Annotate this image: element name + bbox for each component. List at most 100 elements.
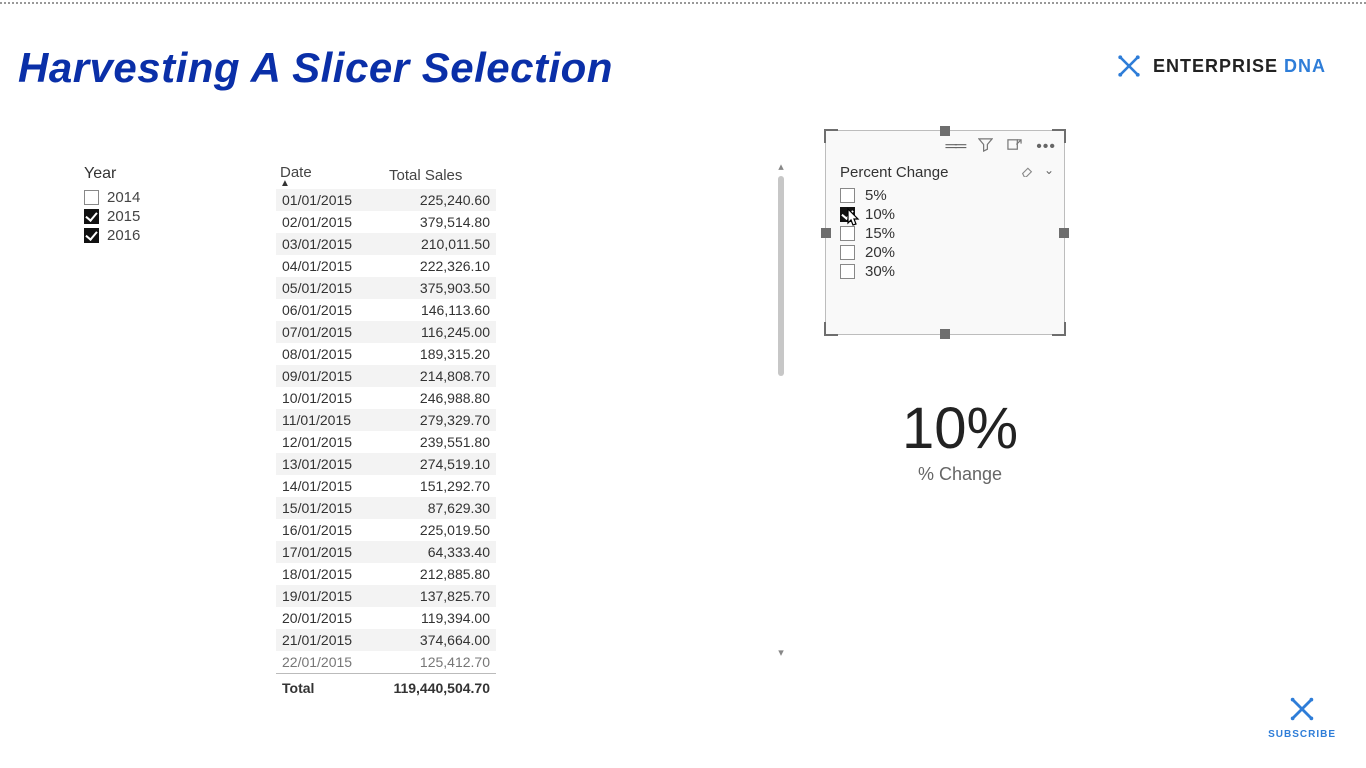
selection-corner bbox=[824, 322, 838, 336]
pct-item-20[interactable]: 20% bbox=[840, 244, 895, 261]
brand-logo: ENTERPRISE DNA bbox=[1115, 52, 1326, 80]
table-row[interactable]: 09/01/2015214,808.70 bbox=[276, 365, 496, 387]
table-row[interactable]: 14/01/2015151,292.70 bbox=[276, 475, 496, 497]
cell-value: 374,664.00 bbox=[375, 629, 496, 651]
cell-date: 03/01/2015 bbox=[276, 233, 375, 255]
filter-icon[interactable] bbox=[978, 137, 993, 157]
checkbox-2014[interactable] bbox=[84, 190, 99, 205]
table-row[interactable]: 01/01/2015225,240.60 bbox=[276, 189, 496, 211]
table-row[interactable]: 16/01/2015225,019.50 bbox=[276, 519, 496, 541]
col-date-header[interactable]: Date ▲ bbox=[276, 160, 375, 189]
table-row[interactable]: 12/01/2015239,551.80 bbox=[276, 431, 496, 453]
cell-date: 11/01/2015 bbox=[276, 409, 375, 431]
table-row[interactable]: 17/01/201564,333.40 bbox=[276, 541, 496, 563]
cell-value: 274,519.10 bbox=[375, 453, 496, 475]
cell-date: 10/01/2015 bbox=[276, 387, 375, 409]
resize-handle[interactable] bbox=[940, 329, 950, 339]
cell-value: 222,326.10 bbox=[375, 255, 496, 277]
table-scrollbar[interactable]: ▴ ▾ bbox=[776, 160, 786, 660]
top-border bbox=[0, 2, 1366, 4]
resize-handle[interactable] bbox=[1059, 228, 1069, 238]
checkbox-20pct[interactable] bbox=[840, 245, 855, 260]
year-label: 2015 bbox=[107, 208, 140, 225]
cell-value: 137,825.70 bbox=[375, 585, 496, 607]
table-row[interactable]: 15/01/201587,629.30 bbox=[276, 497, 496, 519]
percent-change-slicer-visual[interactable]: ══ ••• Percent Change ⌄ 5% 10% 15% bbox=[825, 130, 1065, 335]
year-item-2014[interactable]: 2014 bbox=[84, 189, 224, 206]
year-item-2015[interactable]: 2015 bbox=[84, 208, 224, 225]
total-value: 119,440,504.70 bbox=[375, 674, 496, 700]
year-item-2016[interactable]: 2016 bbox=[84, 227, 224, 244]
cell-value: 225,240.60 bbox=[375, 189, 496, 211]
table-row[interactable]: 21/01/2015374,664.00 bbox=[276, 629, 496, 651]
checkbox-10pct[interactable] bbox=[840, 207, 855, 222]
scroll-up-icon[interactable]: ▴ bbox=[776, 160, 786, 174]
table-row[interactable]: 05/01/2015375,903.50 bbox=[276, 277, 496, 299]
cell-value: 375,903.50 bbox=[375, 277, 496, 299]
table-row[interactable]: 06/01/2015146,113.60 bbox=[276, 299, 496, 321]
cell-date: 02/01/2015 bbox=[276, 211, 375, 233]
table-row[interactable]: 04/01/2015222,326.10 bbox=[276, 255, 496, 277]
cell-value: 189,315.20 bbox=[375, 343, 496, 365]
cell-value: 239,551.80 bbox=[375, 431, 496, 453]
cell-value: 116,245.00 bbox=[375, 321, 496, 343]
cell-date: 16/01/2015 bbox=[276, 519, 375, 541]
cell-date: 07/01/2015 bbox=[276, 321, 375, 343]
chevron-down-icon[interactable]: ⌄ bbox=[1044, 163, 1054, 181]
drag-handle-icon[interactable]: ══ bbox=[946, 138, 965, 156]
cell-date: 20/01/2015 bbox=[276, 607, 375, 629]
cell-value: 64,333.40 bbox=[375, 541, 496, 563]
cell-value: 279,329.70 bbox=[375, 409, 496, 431]
scroll-down-icon[interactable]: ▾ bbox=[776, 646, 786, 660]
cell-date: 15/01/2015 bbox=[276, 497, 375, 519]
cell-date: 01/01/2015 bbox=[276, 189, 375, 211]
cell-date: 21/01/2015 bbox=[276, 629, 375, 651]
cell-value: 146,113.60 bbox=[375, 299, 496, 321]
cell-date: 19/01/2015 bbox=[276, 585, 375, 607]
more-options-icon[interactable]: ••• bbox=[1036, 138, 1056, 156]
table-row[interactable]: 20/01/2015119,394.00 bbox=[276, 607, 496, 629]
focus-mode-icon[interactable] bbox=[1007, 137, 1022, 157]
table-row[interactable]: 02/01/2015379,514.80 bbox=[276, 211, 496, 233]
scroll-thumb[interactable] bbox=[778, 176, 784, 376]
eraser-icon[interactable] bbox=[1020, 163, 1034, 181]
table-row[interactable]: 03/01/2015210,011.50 bbox=[276, 233, 496, 255]
table-row[interactable]: 08/01/2015189,315.20 bbox=[276, 343, 496, 365]
pct-item-5[interactable]: 5% bbox=[840, 187, 895, 204]
checkbox-30pct[interactable] bbox=[840, 264, 855, 279]
cell-date: 13/01/2015 bbox=[276, 453, 375, 475]
visual-toolbar: ══ ••• bbox=[946, 137, 1056, 157]
resize-handle[interactable] bbox=[821, 228, 831, 238]
sales-table-visual[interactable]: Date ▲ Total Sales 01/01/2015225,240.600… bbox=[276, 160, 786, 690]
cell-date: 17/01/2015 bbox=[276, 541, 375, 563]
table-row[interactable]: 19/01/2015137,825.70 bbox=[276, 585, 496, 607]
table-row[interactable]: 13/01/2015274,519.10 bbox=[276, 453, 496, 475]
pct-item-10[interactable]: 10% bbox=[840, 206, 895, 223]
checkbox-2015[interactable] bbox=[84, 209, 99, 224]
table-row[interactable]: 07/01/2015116,245.00 bbox=[276, 321, 496, 343]
cell-date: 04/01/2015 bbox=[276, 255, 375, 277]
checkbox-15pct[interactable] bbox=[840, 226, 855, 241]
cell-date: 06/01/2015 bbox=[276, 299, 375, 321]
checkbox-5pct[interactable] bbox=[840, 188, 855, 203]
subscribe-badge[interactable]: SUBSCRIBE bbox=[1268, 694, 1336, 740]
sort-asc-icon: ▲ bbox=[280, 181, 369, 187]
pct-item-30[interactable]: 30% bbox=[840, 263, 895, 280]
table-row[interactable]: 11/01/2015279,329.70 bbox=[276, 409, 496, 431]
percent-change-card[interactable]: 10% % Change bbox=[830, 395, 1090, 485]
resize-handle[interactable] bbox=[940, 126, 950, 136]
subscribe-text: SUBSCRIBE bbox=[1268, 729, 1336, 740]
card-value: 10% bbox=[830, 395, 1090, 462]
pct-slicer-title: Percent Change bbox=[840, 164, 948, 181]
cell-date: 14/01/2015 bbox=[276, 475, 375, 497]
col-sales-header[interactable]: Total Sales bbox=[375, 160, 496, 189]
cell-date: 09/01/2015 bbox=[276, 365, 375, 387]
year-slicer[interactable]: Year 2014 2015 2016 bbox=[84, 165, 224, 246]
pct-item-15[interactable]: 15% bbox=[840, 225, 895, 242]
checkbox-2016[interactable] bbox=[84, 228, 99, 243]
cell-value: 210,011.50 bbox=[375, 233, 496, 255]
table-row[interactable]: 10/01/2015246,988.80 bbox=[276, 387, 496, 409]
cell-date: 12/01/2015 bbox=[276, 431, 375, 453]
selection-corner bbox=[1052, 322, 1066, 336]
table-row[interactable]: 18/01/2015212,885.80 bbox=[276, 563, 496, 585]
